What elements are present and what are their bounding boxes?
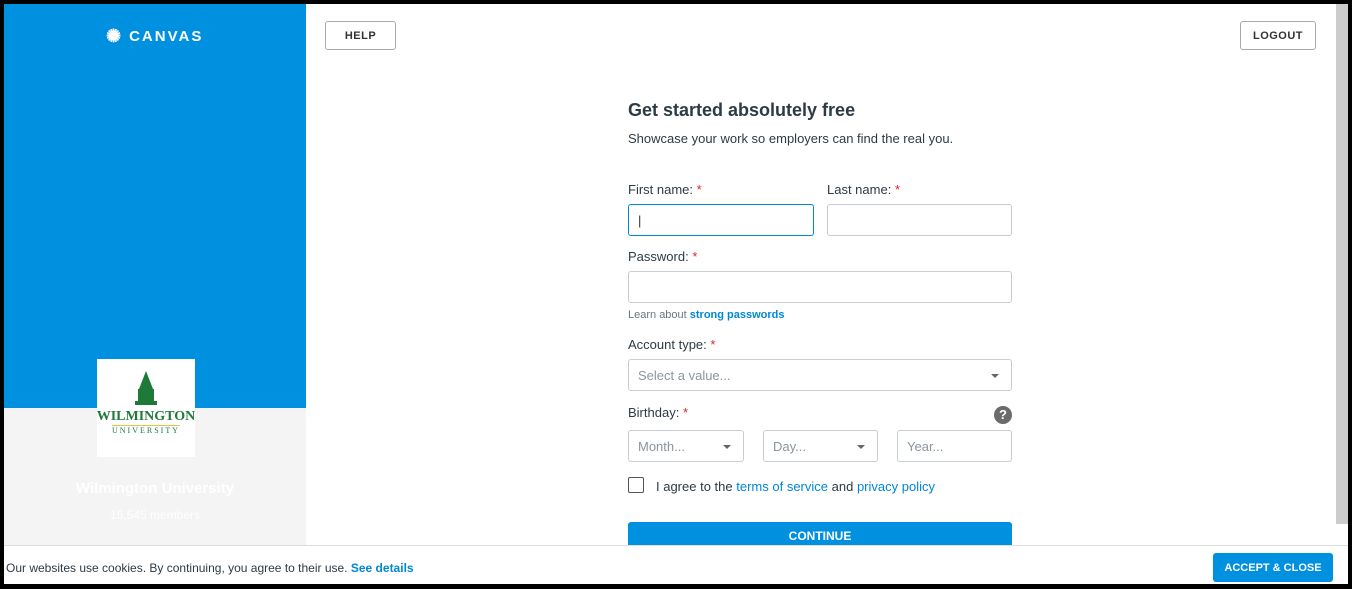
chevron-down-icon xyxy=(857,445,865,453)
last-name-input[interactable] xyxy=(827,204,1012,236)
logout-button[interactable]: LOGOUT xyxy=(1240,21,1316,50)
see-details-link[interactable]: See details xyxy=(351,561,414,575)
birthday-label: Birthday: * xyxy=(628,405,688,420)
strong-passwords-link[interactable]: strong passwords xyxy=(690,309,785,321)
privacy-link[interactable]: privacy policy xyxy=(857,479,935,494)
page: ✺ CANVAS WILMINGTON UNIVERSITY Wilmington … xyxy=(4,4,1348,584)
account-type-select[interactable]: Select a value... xyxy=(628,359,1012,391)
password-label: Password: * xyxy=(628,249,698,264)
org-members: 15,545 members xyxy=(109,508,201,522)
canvas-logo[interactable]: ✺ CANVAS xyxy=(106,26,203,47)
canvas-logo-icon: ✺ xyxy=(106,26,124,46)
org-name: Wilmington University xyxy=(75,480,235,497)
terms-link[interactable]: terms of service xyxy=(736,479,828,494)
first-name-label: First name: * xyxy=(628,182,702,197)
password-hint: Learn about strong passwords xyxy=(628,309,785,321)
sidebar-banner xyxy=(4,4,306,408)
chevron-down-icon xyxy=(723,445,731,453)
password-input[interactable] xyxy=(628,271,1012,303)
university-logo: WILMINGTON UNIVERSITY xyxy=(97,359,195,457)
month-select[interactable]: Month... xyxy=(628,430,744,462)
cookie-banner: Our websites use cookies. By continuing,… xyxy=(4,545,1348,584)
year-input[interactable]: Year... xyxy=(897,430,1012,462)
sidebar: ✺ CANVAS WILMINGTON UNIVERSITY Wilmington … xyxy=(4,4,306,584)
agree-checkbox[interactable] xyxy=(628,477,644,493)
day-select[interactable]: Day... xyxy=(763,430,878,462)
cookie-text: Our websites use cookies. By continuing,… xyxy=(6,561,348,575)
account-type-label: Account type: * xyxy=(628,337,716,352)
help-icon[interactable]: ? xyxy=(994,406,1012,424)
first-name-input[interactable]: | xyxy=(628,204,814,236)
scrollbar[interactable] xyxy=(1336,4,1348,524)
accept-close-button[interactable]: ACCEPT & CLOSE xyxy=(1213,553,1333,582)
chevron-down-icon xyxy=(991,374,999,382)
agree-text: I agree to the terms of service and priv… xyxy=(656,479,935,494)
help-button[interactable]: HELP xyxy=(325,21,396,50)
bell-tower-icon xyxy=(135,371,157,405)
last-name-label: Last name: * xyxy=(827,182,901,197)
